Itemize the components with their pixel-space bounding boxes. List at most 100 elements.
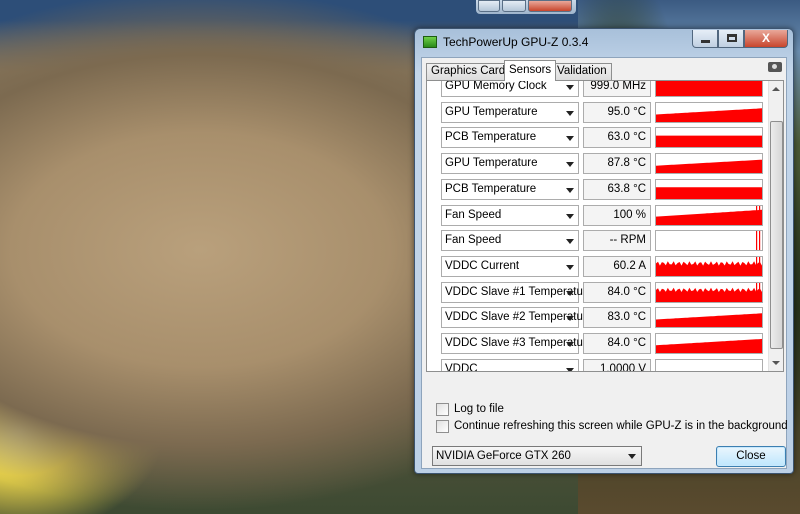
sensor-name: VDDC Current (445, 259, 520, 272)
chevron-down-icon (566, 316, 574, 322)
graphics-card-selected: NVIDIA GeForce GTX 260 (436, 450, 571, 462)
sensor-name-dropdown[interactable]: Fan Speed (441, 230, 579, 252)
sensor-graph-area (656, 338, 762, 353)
sensor-graph (655, 255, 763, 277)
sensors-panel: GPU Memory Clock 999.0 MHz GPU Temperature… (426, 80, 784, 372)
sensor-row: Fan Speed -- RPM (427, 228, 767, 252)
sensor-value: 60.2 A (583, 255, 651, 277)
sensor-name-dropdown[interactable]: VDDC Slave #1 Temperature (441, 281, 593, 303)
sensor-graph (655, 101, 763, 123)
sensor-name-dropdown[interactable]: VDDC (441, 358, 579, 372)
sensor-graph-area (656, 107, 762, 122)
scrollbar-thumb[interactable] (770, 121, 783, 349)
tab-validation[interactable]: Validation (552, 63, 612, 80)
sensor-graph-area (656, 209, 762, 225)
gpuz-window: TechPowerUp GPU-Z 0.3.4 X Graphics Card … (414, 28, 794, 474)
sensor-graph-area (656, 135, 762, 148)
sensor-name-dropdown[interactable]: VDDC Slave #3 Temperature (441, 333, 593, 354)
sensor-value: 100 % (583, 204, 651, 226)
sensor-name-dropdown[interactable]: GPU Memory Clock (441, 80, 579, 97)
close-button[interactable]: Close (716, 446, 786, 467)
sensor-graph-plot (656, 205, 762, 225)
sensor-value: 95.0 °C (583, 101, 651, 123)
chevron-down-icon (566, 213, 574, 219)
gpuz-app-icon (423, 36, 437, 48)
sensor-graph (655, 307, 763, 329)
sensor-name-dropdown[interactable]: Fan Speed (441, 204, 579, 226)
sensor-graph-area (656, 186, 762, 199)
continue-refresh-checkbox[interactable] (436, 420, 449, 433)
sensor-row: VDDC Slave #2 Temperature 83.0 °C (427, 305, 767, 329)
sensor-name: Fan Speed (445, 234, 502, 247)
close-icon: X (761, 31, 770, 45)
client-area: Graphics Card Sensors Validation GPU Mem… (421, 57, 788, 469)
sensor-graph (655, 281, 763, 303)
sensor-graph-area (656, 313, 762, 328)
maximize-icon (727, 34, 737, 42)
background-maximize-button[interactable] (502, 0, 526, 12)
sensor-name: GPU Temperature (445, 157, 538, 170)
sensor-row: GPU Memory Clock 999.0 MHz (427, 80, 767, 98)
chevron-down-icon (566, 342, 574, 347)
sensor-graph-area (656, 287, 762, 302)
chevron-down-icon (566, 110, 574, 116)
scroll-down-icon[interactable] (772, 361, 780, 365)
sensor-row: Fan Speed 100 % (427, 203, 767, 227)
sensor-graph (655, 333, 763, 354)
minimize-icon (701, 40, 710, 43)
sensor-name: VDDC (445, 362, 478, 372)
minimize-button[interactable] (692, 30, 718, 48)
sensor-value: 83.0 °C (583, 307, 651, 329)
sensor-graph-spike (759, 282, 761, 302)
chevron-down-icon (566, 290, 574, 296)
sensor-name-dropdown[interactable]: GPU Temperature (441, 153, 579, 175)
sensor-graph-area (656, 159, 762, 174)
sensor-name-dropdown[interactable]: GPU Temperature (441, 101, 579, 123)
sensor-graph-area (656, 261, 762, 276)
tab-sensors[interactable]: Sensors (504, 60, 557, 81)
sensor-name: PCB Temperature (445, 182, 537, 195)
sensor-graph (655, 81, 763, 97)
sensor-graph-spike (756, 205, 758, 225)
sensor-value: -- RPM (583, 230, 651, 252)
tab-graphics-card[interactable]: Graphics Card (426, 63, 511, 80)
sensor-name-dropdown[interactable]: VDDC Slave #2 Temperature (441, 307, 593, 329)
sensor-row: PCB Temperature 63.0 °C (427, 125, 767, 149)
sensor-name-dropdown[interactable]: PCB Temperature (441, 127, 579, 149)
sensor-row: GPU Temperature 87.8 °C (427, 151, 767, 175)
chevron-down-icon (566, 136, 574, 142)
sensor-graph-plot (656, 81, 762, 96)
maximize-button[interactable] (718, 30, 744, 48)
sensor-row: PCB Temperature 63.8 °C (427, 177, 767, 201)
sensor-graph (655, 358, 763, 371)
sensor-value: 63.0 °C (583, 127, 651, 149)
sensor-graph-spike (759, 205, 761, 225)
sensor-scrollbar[interactable] (768, 81, 783, 371)
sensor-graph-spike (756, 256, 758, 276)
sensor-value: 999.0 MHz (583, 81, 651, 97)
window-close-button[interactable]: X (744, 30, 788, 48)
sensor-value: 84.0 °C (583, 281, 651, 303)
sensor-graph (655, 204, 763, 226)
sensor-graph (655, 178, 763, 200)
log-to-file-label: Log to file (454, 403, 504, 415)
title-bar[interactable]: TechPowerUp GPU-Z 0.3.4 X (415, 29, 793, 55)
scroll-up-icon[interactable] (772, 87, 780, 91)
sensor-graph-plot (756, 231, 761, 251)
sensor-graph-plot (656, 107, 762, 122)
sensor-value: 87.8 °C (583, 153, 651, 175)
sensor-name: Fan Speed (445, 208, 502, 221)
background-minimize-button[interactable] (478, 0, 500, 12)
background-close-button[interactable] (528, 0, 572, 12)
sensor-name-dropdown[interactable]: VDDC Current (441, 255, 579, 277)
sensor-name-dropdown[interactable]: PCB Temperature (441, 178, 579, 200)
chevron-down-icon (628, 454, 636, 459)
sensor-graph-plot (656, 159, 762, 174)
sensor-name: GPU Memory Clock (445, 80, 547, 92)
graphics-card-select[interactable]: NVIDIA GeForce GTX 260 (432, 446, 642, 466)
camera-icon[interactable] (768, 62, 782, 72)
log-to-file-checkbox[interactable] (436, 403, 449, 416)
chevron-down-icon (566, 85, 574, 90)
sensor-value: 1.0000 V (583, 358, 651, 371)
chevron-down-icon (566, 162, 574, 168)
